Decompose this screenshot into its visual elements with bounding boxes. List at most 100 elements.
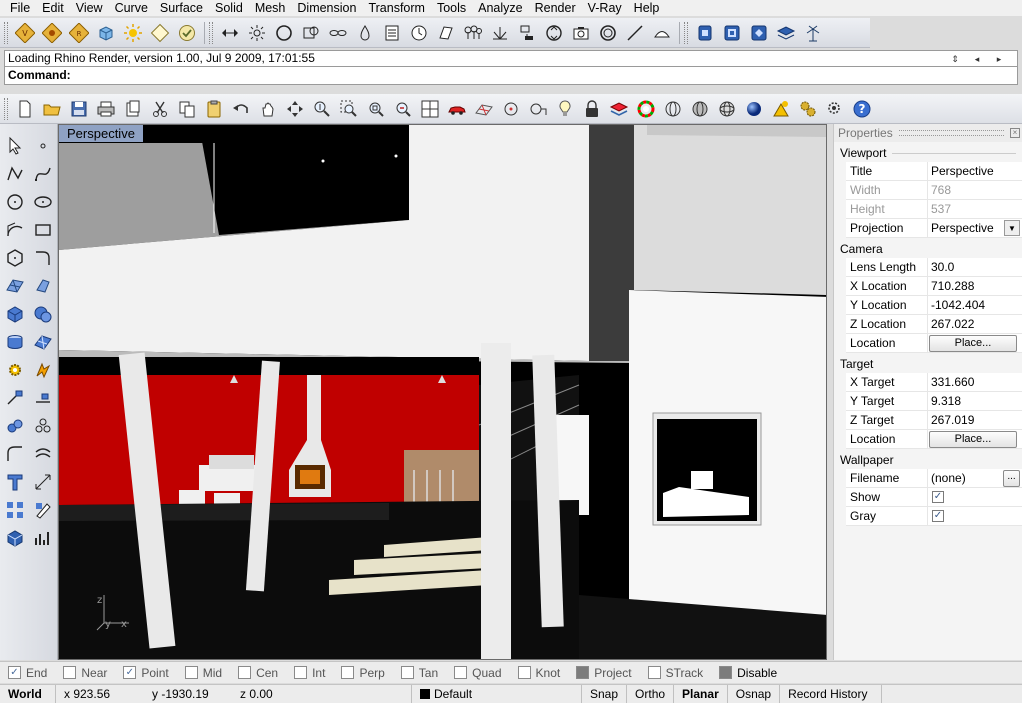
close-icon[interactable]: × xyxy=(1010,128,1020,138)
zoom-dynamic-icon[interactable] xyxy=(309,96,334,121)
help-icon[interactable]: ? xyxy=(849,96,874,121)
layers-icon[interactable] xyxy=(773,20,798,45)
edit-points-icon[interactable] xyxy=(30,497,56,523)
properties-header[interactable]: Properties × xyxy=(834,124,1022,142)
new-file-icon[interactable] xyxy=(12,96,37,121)
save-icon[interactable] xyxy=(66,96,91,121)
undo-icon[interactable] xyxy=(228,96,253,121)
checkbox[interactable]: ✓ xyxy=(8,666,21,679)
show-wallpaper-checkbox[interactable]: ✓ xyxy=(932,491,944,503)
clock-icon[interactable] xyxy=(406,20,431,45)
menu-view[interactable]: View xyxy=(70,0,109,16)
viewport-title-tab[interactable]: Perspective xyxy=(59,125,143,142)
checkbox[interactable] xyxy=(576,666,590,679)
circle-tool-icon[interactable] xyxy=(2,189,28,215)
checkbox[interactable] xyxy=(63,666,77,679)
checkbox[interactable] xyxy=(647,666,661,679)
lens-length-field[interactable]: 30.0 xyxy=(928,258,1022,276)
polyline-icon[interactable] xyxy=(2,161,28,187)
options-gear-icon[interactable] xyxy=(795,96,820,121)
checkbox[interactable] xyxy=(400,666,414,679)
explode-icon[interactable] xyxy=(244,20,269,45)
four-viewports-icon[interactable] xyxy=(417,96,442,121)
z-target-field[interactable]: 267.019 xyxy=(928,411,1022,429)
checkbox[interactable] xyxy=(517,666,531,679)
osnap-project[interactable]: Project xyxy=(576,666,632,680)
menu-file[interactable]: File xyxy=(4,0,36,16)
palm-tree-icon[interactable] xyxy=(800,20,825,45)
osnap-mid[interactable]: Mid xyxy=(184,666,222,680)
move-icon[interactable] xyxy=(217,20,242,45)
car-icon[interactable] xyxy=(444,96,469,121)
circle-icon[interactable] xyxy=(271,20,296,45)
cplane-icon[interactable] xyxy=(525,96,550,121)
polygon-icon[interactable] xyxy=(2,245,28,271)
osnap-int[interactable]: Int xyxy=(294,666,325,680)
checkbox[interactable] xyxy=(454,666,468,679)
mesh-icon[interactable] xyxy=(30,329,56,355)
point-circle-icon[interactable] xyxy=(498,96,523,121)
x-location-field[interactable]: 710.288 xyxy=(928,277,1022,295)
checkbox[interactable] xyxy=(238,666,252,679)
wireframe-grid-icon[interactable] xyxy=(471,96,496,121)
record-history-toggle[interactable]: Record History xyxy=(780,684,883,703)
chain-icon[interactable] xyxy=(325,20,350,45)
trees-icon[interactable] xyxy=(460,20,485,45)
split-icon[interactable] xyxy=(30,385,56,411)
extrude-curve-icon[interactable] xyxy=(30,273,56,299)
join-icon[interactable] xyxy=(2,413,28,439)
render-icon[interactable] xyxy=(768,96,793,121)
array-icon[interactable] xyxy=(2,497,28,523)
osnap-knot[interactable]: Knot xyxy=(517,666,560,680)
menu-dimension[interactable]: Dimension xyxy=(291,0,362,16)
explode-lightning-icon[interactable] xyxy=(30,357,56,383)
osnap-near[interactable]: Near xyxy=(63,666,107,680)
gray-wallpaper-checkbox[interactable]: ✓ xyxy=(932,510,944,522)
vray-sun-icon[interactable] xyxy=(120,20,145,45)
osnap-perp[interactable]: Perp xyxy=(341,666,385,680)
text-tool-icon[interactable] xyxy=(2,469,28,495)
osnap-tan[interactable]: Tan xyxy=(400,666,438,680)
plane-icon[interactable] xyxy=(433,20,458,45)
x-target-field[interactable]: 331.660 xyxy=(928,373,1022,391)
axis-icon[interactable] xyxy=(487,20,512,45)
zoom-selected-icon[interactable] xyxy=(390,96,415,121)
toolbar-grip[interactable] xyxy=(4,21,8,44)
snap-toggle[interactable]: Snap xyxy=(582,684,628,703)
vray-material-editor-icon[interactable] xyxy=(39,20,64,45)
scroll-right-icon[interactable]: ▸ xyxy=(988,52,1010,67)
checkbox[interactable] xyxy=(294,666,308,679)
surface-corner-icon[interactable] xyxy=(2,273,28,299)
zoom-window-icon[interactable] xyxy=(336,96,361,121)
checkbox[interactable] xyxy=(184,666,198,679)
osnap-toggle[interactable]: Osnap xyxy=(728,684,781,703)
menu-tools[interactable]: Tools xyxy=(431,0,472,16)
menu-render[interactable]: Render xyxy=(529,0,582,16)
drop-icon[interactable] xyxy=(352,20,377,45)
vray-help-icon[interactable] xyxy=(174,20,199,45)
toolbar-grip[interactable] xyxy=(209,21,213,44)
osnap-point[interactable]: ✓ Point xyxy=(123,666,169,680)
rotate-view-icon[interactable] xyxy=(282,96,307,121)
toolbar-grip[interactable] xyxy=(684,21,688,44)
menu-vray[interactable]: V-Ray xyxy=(582,0,628,16)
menu-edit[interactable]: Edit xyxy=(36,0,70,16)
print-icon[interactable] xyxy=(93,96,118,121)
dimension-icon[interactable] xyxy=(30,469,56,495)
copy-shape-icon[interactable] xyxy=(298,20,323,45)
wireframe-view-icon[interactable] xyxy=(660,96,685,121)
toolbar-grip[interactable] xyxy=(4,97,8,120)
fillet-curves-icon[interactable] xyxy=(30,245,56,271)
scroll-updown-icon[interactable]: ⇕ xyxy=(944,52,966,67)
vray-plane-light-icon[interactable] xyxy=(147,20,172,45)
checkbox[interactable] xyxy=(341,666,355,679)
command-line[interactable]: Command: xyxy=(4,66,1018,85)
rendered-view-icon[interactable] xyxy=(741,96,766,121)
sphere-solid-icon[interactable] xyxy=(30,301,56,327)
perspective-viewport[interactable]: Perspective x z y xyxy=(58,124,827,660)
chevron-down-icon[interactable]: ▼ xyxy=(1004,220,1020,236)
menu-curve[interactable]: Curve xyxy=(109,0,154,16)
document-properties-icon[interactable] xyxy=(822,96,847,121)
vray-box-icon[interactable] xyxy=(93,20,118,45)
paste-icon[interactable] xyxy=(201,96,226,121)
